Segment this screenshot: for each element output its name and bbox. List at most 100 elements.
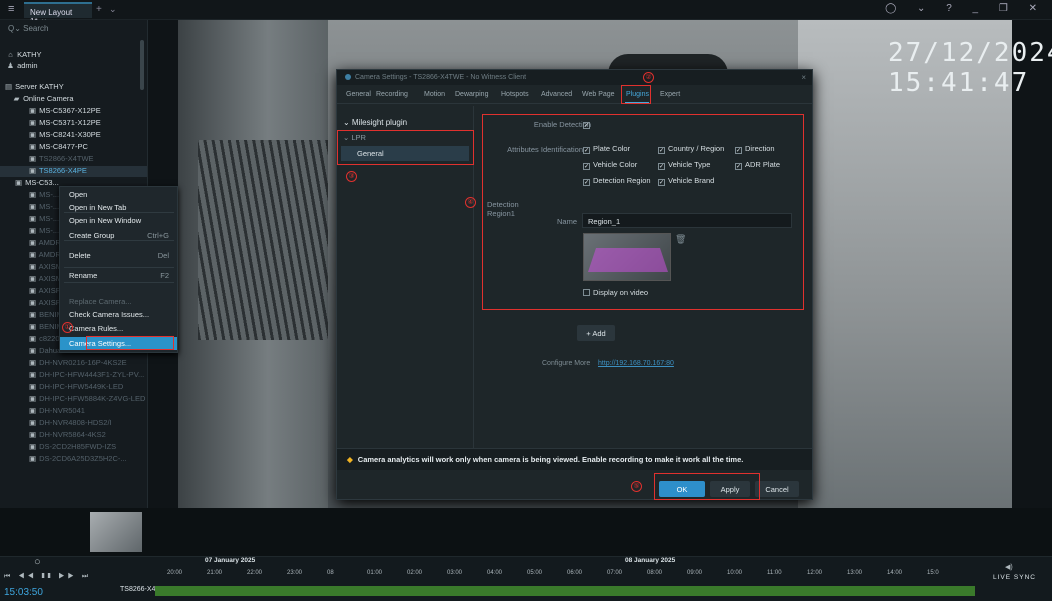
menu-item-open[interactable]: Open bbox=[60, 188, 177, 201]
close-icon[interactable]: × bbox=[801, 73, 806, 82]
camera-icon: ▣ bbox=[28, 190, 37, 199]
name-label: Name bbox=[556, 217, 577, 226]
tab-layout[interactable]: New Layout 1*× bbox=[24, 2, 92, 26]
menu-item-create-group[interactable]: Create Group Ctrl+G bbox=[60, 229, 177, 242]
timeline-hour-label: 21:00 bbox=[207, 570, 223, 576]
camera-label: MS-C5367-X12PE bbox=[39, 106, 101, 115]
checkbox-checked-icon: ✓ bbox=[658, 163, 665, 170]
timeline-hour-label: 15:0 bbox=[927, 570, 939, 576]
checkbox-checked-icon: ✓ bbox=[735, 163, 742, 170]
user-item[interactable]: ⌂ KATHY bbox=[0, 50, 147, 59]
user-item[interactable]: ♟ admin bbox=[0, 61, 147, 70]
camera-item[interactable]: ▣ TS2866-X4TWE bbox=[0, 154, 147, 163]
menu-item-check-issues[interactable]: Check Camera Issues... bbox=[60, 308, 177, 321]
video-fence bbox=[198, 140, 328, 340]
attr-detection-region[interactable]: ✓ Detection Region bbox=[583, 176, 651, 186]
camera-icon: ▣ bbox=[28, 130, 37, 139]
configure-more-label: Configure More bbox=[542, 360, 591, 367]
camera-item[interactable]: ▣ DH-IPC-HFW5449K-LED bbox=[0, 382, 147, 391]
region-thumbnail[interactable] bbox=[583, 233, 671, 281]
dialog-title: Camera Settings - TS2866-X4TWE - No Witn… bbox=[337, 70, 812, 85]
camera-label: MS-C53... bbox=[25, 178, 59, 187]
volume-icon[interactable]: ◀) bbox=[1005, 563, 1013, 571]
attr-direction[interactable]: ✓ Direction bbox=[735, 144, 775, 154]
add-tab-button[interactable]: + bbox=[96, 4, 102, 15]
timeline-hour-label: 08:00 bbox=[647, 570, 663, 576]
attr-vehicle-brand[interactable]: ✓ Vehicle Brand bbox=[658, 176, 714, 186]
main-menu-icon[interactable]: ≡ bbox=[8, 3, 14, 15]
tab-expert[interactable]: Expert bbox=[660, 91, 680, 98]
menu-item-open-new-tab[interactable]: Open in New Tab bbox=[60, 201, 177, 214]
camera-item[interactable]: ▣ DH-IPC-HFW4443F1-ZYL-PV... bbox=[0, 370, 147, 379]
tab-recording[interactable]: Recording bbox=[376, 91, 408, 98]
tab-dewarping[interactable]: Dewarping bbox=[455, 91, 488, 98]
menu-shortcut: F2 bbox=[160, 271, 169, 280]
checkbox-label: Vehicle Color bbox=[593, 160, 638, 169]
camera-item-selected[interactable]: ▣ TS8266-X4PE bbox=[0, 166, 147, 177]
attr-vehicle-color[interactable]: ✓ Vehicle Color bbox=[583, 160, 637, 170]
display-on-video-checkbox[interactable]: Display on video bbox=[583, 288, 648, 297]
cancel-button[interactable]: Cancel bbox=[755, 481, 799, 497]
menu-item-label: Open in New Tab bbox=[69, 203, 127, 212]
playback-controls[interactable]: ⏮ ◀◀ ❚❚ ▶▶ ⏭ bbox=[4, 573, 91, 581]
tab-general[interactable]: General bbox=[346, 91, 371, 98]
camera-icon: ▣ bbox=[28, 418, 37, 427]
live-sync-toggle[interactable]: LIVE SYNC bbox=[993, 574, 1036, 581]
camera-item[interactable]: ▣ DH-NVR5041 bbox=[0, 406, 147, 415]
attr-adr-plate[interactable]: ✓ ADR Plate bbox=[735, 160, 780, 170]
annotation-2: ② bbox=[643, 72, 654, 83]
camera-item[interactable]: ▣ DH-NVR5864-4KS2 bbox=[0, 430, 147, 439]
camera-item[interactable]: ▣ DH-NVR4808-HDS2/I bbox=[0, 418, 147, 427]
timeline-hour-label: 07:00 bbox=[607, 570, 623, 576]
timeline-hour-label: 12:00 bbox=[807, 570, 823, 576]
menu-item-label: Replace Camera... bbox=[69, 297, 132, 306]
camera-item[interactable]: ▣ MS-C8241-X30PE bbox=[0, 130, 147, 139]
menu-item-label: Check Camera Issues... bbox=[69, 310, 150, 319]
server-item[interactable]: ▤ Server KATHY bbox=[0, 82, 147, 91]
add-region-button[interactable]: + Add bbox=[577, 325, 615, 341]
camera-item[interactable]: ▣ DS-2CD6A25D3Z5H2C-... bbox=[0, 454, 147, 463]
group-item[interactable]: ▰ Online Camera bbox=[0, 94, 147, 103]
attr-plate-color[interactable]: ✓ Plate Color bbox=[583, 144, 630, 154]
thumbnail-preview[interactable] bbox=[90, 512, 142, 552]
timeline-hour-label: 10:00 bbox=[727, 570, 743, 576]
configure-more-link[interactable]: http://192.168.70.167:80 bbox=[598, 360, 674, 367]
tab-web-page[interactable]: Web Page bbox=[582, 91, 615, 98]
folder-icon: ▰ bbox=[13, 94, 20, 103]
attr-country-region[interactable]: ✓ Country / Region bbox=[658, 144, 724, 154]
camera-item[interactable]: ▣ DS-2CD2H85FWD-IZS bbox=[0, 442, 147, 451]
user-label: admin bbox=[17, 61, 38, 70]
highlight-box bbox=[86, 336, 174, 350]
menu-item-replace-camera: Replace Camera... bbox=[60, 295, 177, 308]
checkbox-label: Vehicle Type bbox=[668, 160, 711, 169]
camera-item[interactable]: ▣ DH-NVR0216-16P-4KS2E bbox=[0, 358, 147, 367]
camera-label: DH-IPC-HFW4443F1-ZYL-PV... bbox=[39, 370, 145, 379]
camera-label: DH-NVR4808-HDS2/I bbox=[39, 418, 112, 427]
enable-detection-checkbox[interactable]: ✓ bbox=[583, 119, 593, 129]
trash-icon[interactable]: 🗑 bbox=[675, 234, 686, 245]
camera-item[interactable]: ▣ MS-C5371-X12PE bbox=[0, 118, 147, 127]
search-input[interactable]: Q⌄ Search bbox=[8, 24, 49, 33]
camera-item[interactable]: ▣ MS-C5367-X12PE bbox=[0, 106, 147, 115]
tab-motion[interactable]: Motion bbox=[424, 91, 445, 98]
recording-track[interactable] bbox=[155, 586, 975, 596]
tab-advanced[interactable]: Advanced bbox=[541, 91, 572, 98]
menu-item-camera-rules[interactable]: Camera Rules... bbox=[60, 322, 177, 335]
region-name-input[interactable]: Region_1 bbox=[582, 213, 792, 228]
menu-item-rename[interactable]: Rename F2 bbox=[60, 269, 177, 282]
menu-shortcut: Ctrl+G bbox=[147, 231, 169, 240]
camera-item[interactable]: ▣ DH-IPC-HFW5884K-Z4VG-LED bbox=[0, 394, 147, 403]
timeline-hour-label: 22:00 bbox=[247, 570, 263, 576]
attr-vehicle-type[interactable]: ✓ Vehicle Type bbox=[658, 160, 710, 170]
menu-item-open-new-window[interactable]: Open in New Window bbox=[60, 214, 177, 227]
zoom-handle-icon[interactable]: ○ bbox=[34, 556, 41, 568]
chevron-down-icon[interactable]: ⌄ bbox=[109, 4, 117, 15]
tab-hotspots[interactable]: Hotspots bbox=[501, 91, 529, 98]
window-controls[interactable]: ◯ ⌄ ? _ ❐ ✕ bbox=[885, 3, 1046, 14]
camera-icon: ▣ bbox=[28, 298, 37, 307]
timeline-ruler[interactable]: 07 January 2025 08 January 2025 20:00 21:… bbox=[155, 556, 975, 586]
group-label: Online Camera bbox=[23, 94, 74, 103]
plugin-group-milesight[interactable]: ⌄ Milesight plugin bbox=[343, 118, 407, 127]
camera-item[interactable]: ▣ MS-C8477-PC bbox=[0, 142, 147, 151]
menu-item-delete[interactable]: Delete Del bbox=[60, 249, 177, 262]
